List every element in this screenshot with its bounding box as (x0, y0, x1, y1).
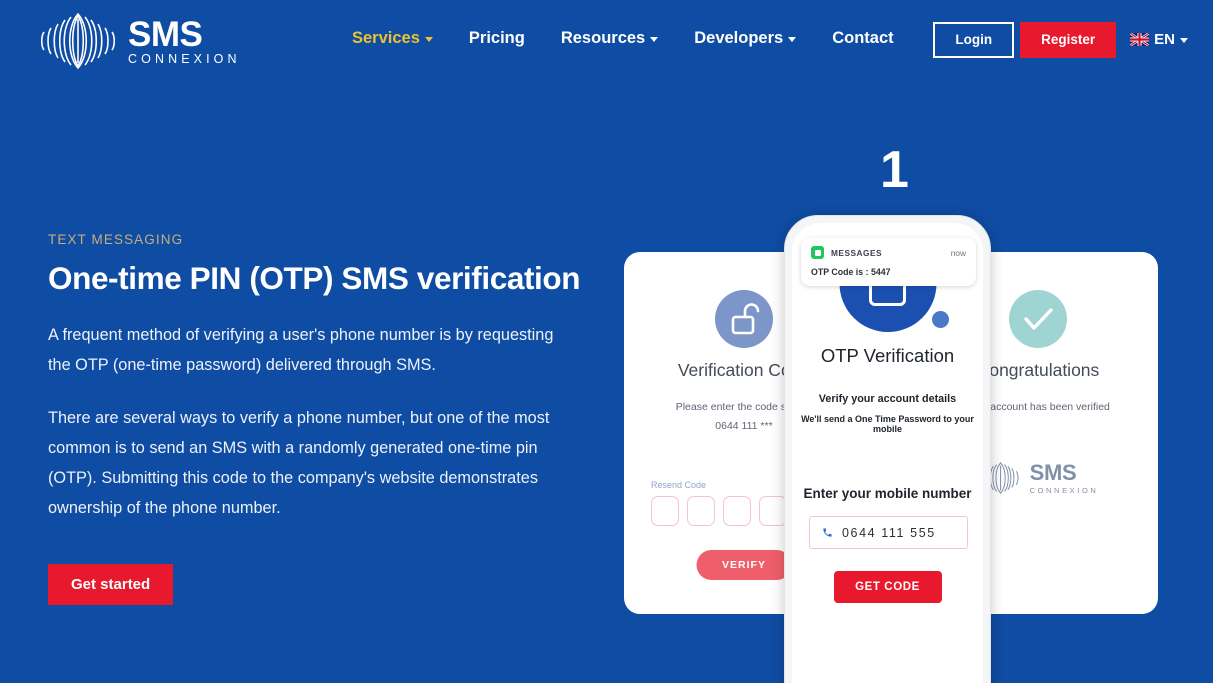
notification-app-name: MESSAGES (831, 247, 883, 258)
nav-item-developers[interactable]: Developers (694, 29, 797, 48)
checkmark-icon (1009, 290, 1067, 348)
notification-timestamp: now (950, 247, 966, 258)
nav-item-pricing[interactable]: Pricing (469, 29, 525, 48)
unlock-padlock-icon (715, 290, 773, 348)
otp-digit-input-4[interactable] (759, 496, 787, 526)
card-logo-name: SMS (1029, 459, 1077, 485)
get-code-button[interactable]: GET CODE (833, 571, 942, 603)
verify-button[interactable]: VERIFY (696, 550, 792, 580)
nav-item-services[interactable]: Services (352, 29, 433, 48)
otp-digit-input-2[interactable] (687, 496, 715, 526)
nav-label: Developers (694, 29, 784, 47)
messages-icon (811, 246, 824, 259)
hero-paragraph-2: There are several ways to verify a phone… (48, 409, 550, 518)
auth-actions: Login Register EN (933, 22, 1188, 58)
otp-digit-input-1[interactable] (651, 496, 679, 526)
logo-tagline: CONNEXION (128, 51, 241, 66)
main-navigation: Services Pricing Resources Developers Co… (352, 29, 930, 48)
step-number: 1 (880, 141, 909, 199)
get-started-button[interactable]: Get started (48, 564, 174, 606)
nav-item-contact[interactable]: Contact (832, 29, 893, 48)
login-button[interactable]: Login (933, 22, 1015, 58)
otp-digit-input-3[interactable] (723, 496, 751, 526)
nav-label: Contact (832, 29, 894, 47)
uk-flag-icon (1130, 33, 1150, 47)
mobile-number-label: Enter your mobile number (803, 486, 972, 501)
resend-code-link[interactable]: Resend Code (651, 480, 706, 490)
nav-label: Resources (560, 29, 646, 47)
phone-handset-icon (823, 528, 832, 537)
phone-mockup: OTP Verification Verify your account det… (784, 215, 991, 683)
hero-illustration: 1 Verification Code Please enter the cod… (612, 130, 1172, 683)
logo-name: SMS (128, 14, 203, 54)
sound-wave-icon (40, 12, 116, 70)
notification-header: MESSAGES now (811, 246, 966, 259)
nav-label: Pricing (468, 29, 525, 47)
hero-content: TEXT MESSAGING One-time PIN (OTP) SMS ve… (48, 232, 608, 606)
card-logo-tagline: CONNEXION (1029, 485, 1099, 495)
decorative-dot-icon (932, 311, 949, 328)
chevron-down-icon (1180, 38, 1188, 44)
nav-item-resources[interactable]: Resources (560, 29, 659, 48)
page-title: One-time PIN (OTP) SMS verification (48, 260, 581, 296)
mobile-number-field[interactable]: 0644 111 555 (809, 516, 968, 549)
brand-logo[interactable]: SMS CONNEXION (37, 10, 241, 72)
otp-code-inputs (651, 496, 787, 526)
otp-screen-subtitle-1: Verify your account details (818, 393, 957, 405)
otp-screen-title: OTP Verification (820, 345, 955, 366)
notification-body: OTP Code is : 5447 (811, 267, 891, 277)
card-brand-logo: SMS CONNEXION (978, 460, 1099, 496)
site-header: SMS CONNEXION Services Pricing Resources… (0, 0, 1213, 82)
mobile-number-value: 0644 111 555 (842, 525, 936, 540)
hero-eyebrow: TEXT MESSAGING (48, 232, 184, 247)
hero-paragraph-1: A frequent method of verifying a user's … (48, 326, 554, 375)
otp-illustration-icon (839, 283, 936, 332)
page-root: SMS CONNEXION Services Pricing Resources… (0, 0, 1213, 683)
language-label: EN (1154, 31, 1175, 49)
language-selector[interactable]: EN (1130, 31, 1188, 48)
chevron-down-icon (788, 37, 797, 42)
chevron-down-icon (424, 37, 433, 42)
sms-notification[interactable]: MESSAGES now OTP Code is : 5447 (801, 238, 976, 286)
nav-label: Services (352, 29, 420, 47)
register-button[interactable]: Register (1020, 22, 1117, 58)
phone-screen: OTP Verification Verify your account det… (792, 223, 983, 683)
chevron-down-icon (650, 37, 659, 42)
otp-screen-subtitle-2: We'll send a One Time Password to your m… (801, 414, 974, 434)
